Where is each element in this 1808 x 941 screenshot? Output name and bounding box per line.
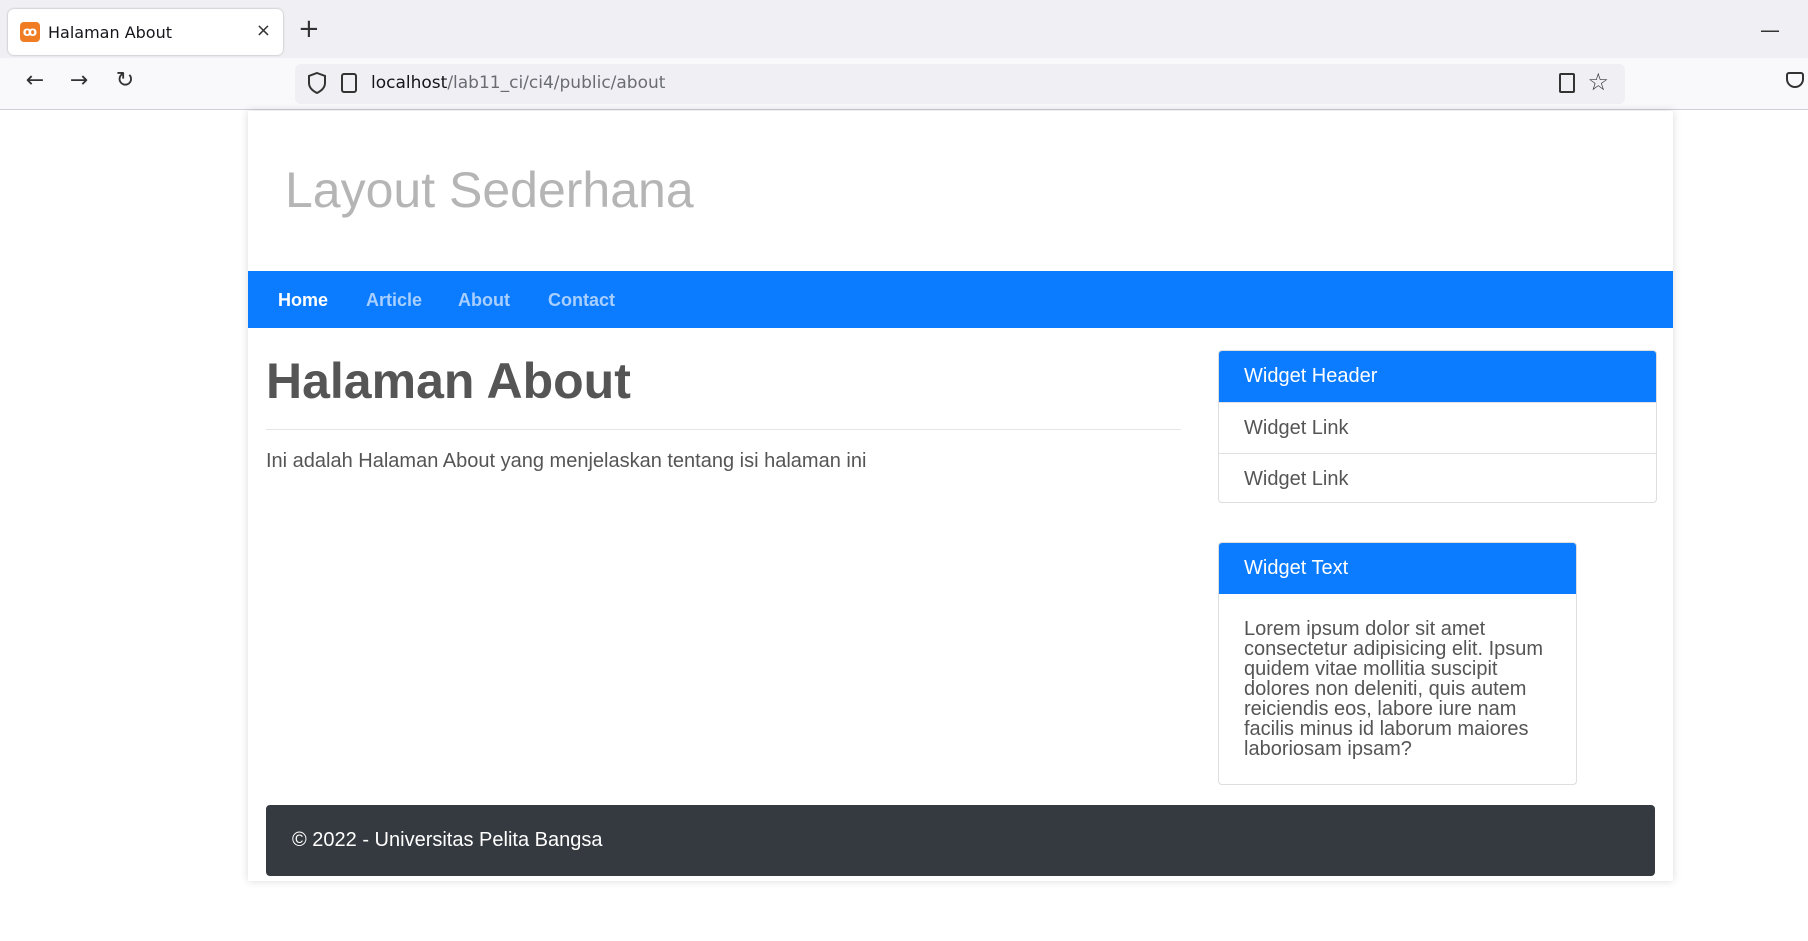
browser-tab[interactable]: ꝏ Halaman About × <box>8 9 283 55</box>
widget-text-body: Lorem ipsum dolor sit amet consectetur a… <box>1244 618 1544 760</box>
url-text[interactable]: localhost/lab11_ci/ci4/public/about <box>371 73 665 93</box>
shield-icon[interactable] <box>307 72 327 94</box>
url-host: localhost <box>371 73 448 93</box>
widget-link-2[interactable]: Widget Link <box>1219 453 1656 502</box>
site-title: Layout Sederhana <box>285 162 694 218</box>
nav-link-contact[interactable]: Contact <box>548 290 615 311</box>
url-path: /lab11_ci/ci4/public/about <box>447 73 666 93</box>
nav-link-about[interactable]: About <box>458 290 510 311</box>
page-info-icon[interactable] <box>341 73 357 93</box>
close-tab-icon[interactable]: × <box>256 20 271 41</box>
nav-link-home[interactable]: Home <box>278 290 328 311</box>
reload-icon[interactable]: ↻ <box>110 68 140 93</box>
browser-tab-bar: ꝏ Halaman About × + — <box>0 0 1808 58</box>
back-arrow-icon[interactable]: ← <box>20 68 50 93</box>
pocket-icon[interactable] <box>1786 72 1804 88</box>
tab-title: Halaman About <box>48 22 173 42</box>
nav-link-article[interactable]: Article <box>366 290 422 311</box>
widget-header: Widget Header <box>1219 351 1656 402</box>
web-page: Layout Sederhana Home Article About Cont… <box>0 111 1808 941</box>
page-container: Layout Sederhana Home Article About Cont… <box>248 111 1673 881</box>
new-tab-icon[interactable]: + <box>298 16 320 42</box>
site-header: Layout Sederhana <box>248 111 1673 271</box>
page-paragraph: Ini adalah Halaman About yang menjelaska… <box>266 450 867 472</box>
widget-links: Widget Header Widget Link Widget Link <box>1218 350 1657 503</box>
widget-text-header: Widget Text <box>1219 543 1576 594</box>
minimize-window-icon[interactable]: — <box>1760 18 1780 42</box>
site-footer: © 2022 - Universitas Pelita Bangsa <box>266 805 1655 876</box>
bookmark-star-icon[interactable]: ☆ <box>1587 68 1609 96</box>
main-navigation: Home Article About Contact <box>248 271 1673 328</box>
address-bar[interactable]: localhost/lab11_ci/ci4/public/about ☆ <box>295 64 1625 104</box>
widget-link-1[interactable]: Widget Link <box>1219 402 1656 453</box>
xampp-favicon-icon: ꝏ <box>20 22 40 42</box>
page-heading: Halaman About <box>266 353 631 409</box>
browser-toolbar: ← → ↻ localhost/lab11_ci/ci4/public/abou… <box>0 58 1808 110</box>
forward-arrow-icon[interactable]: → <box>64 68 94 93</box>
reader-view-icon[interactable] <box>1559 73 1575 93</box>
widget-text: Widget Text Lorem ipsum dolor sit amet c… <box>1218 542 1577 785</box>
heading-divider <box>266 429 1181 430</box>
